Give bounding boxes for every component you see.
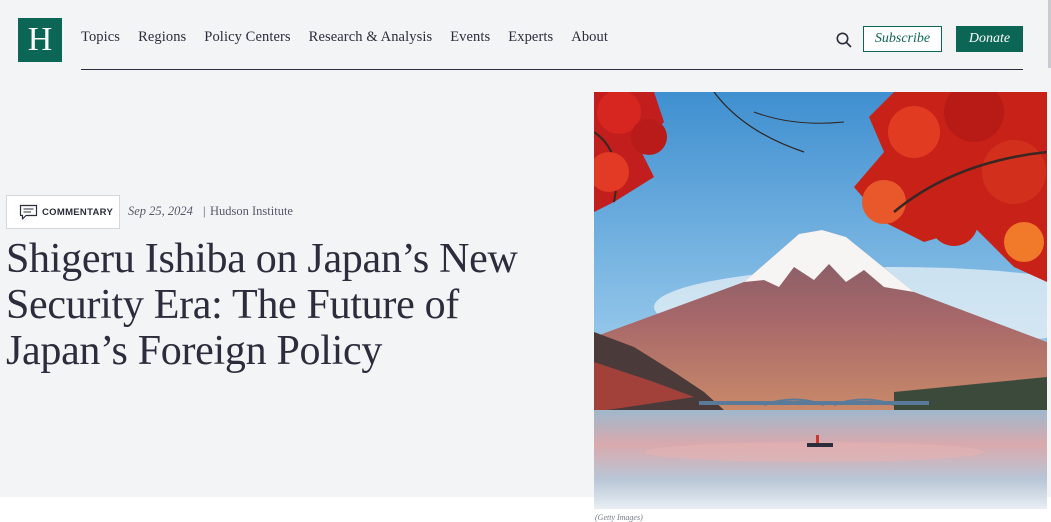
nav-policy-centers[interactable]: Policy Centers [204,29,290,46]
content-type-badge[interactable]: COMMENTARY [6,195,120,229]
author-link[interactable]: Hudson Institute [210,204,293,219]
meta-separator: | [203,204,206,218]
nav-topics[interactable]: Topics [81,29,120,46]
nav-events[interactable]: Events [450,29,490,46]
speech-bubble-icon [19,204,38,220]
nav-about[interactable]: About [571,29,608,46]
hero-image [594,92,1047,509]
article-title: Shigeru Ishiba on Japan’s New Security E… [6,236,518,374]
nav-experts[interactable]: Experts [508,29,553,46]
nav-regions[interactable]: Regions [138,29,186,46]
header-divider [81,69,1023,70]
search-icon[interactable] [835,31,853,49]
content-type-label: COMMENTARY [42,206,114,218]
publish-date: Sep 25, 2024 [128,204,193,218]
donate-button[interactable]: Donate [956,26,1023,52]
site-logo[interactable]: H [18,18,62,62]
subscribe-button[interactable]: Subscribe [863,26,942,52]
nav-research-analysis[interactable]: Research & Analysis [309,29,433,46]
main-nav: Topics Regions Policy Centers Research &… [81,29,626,46]
